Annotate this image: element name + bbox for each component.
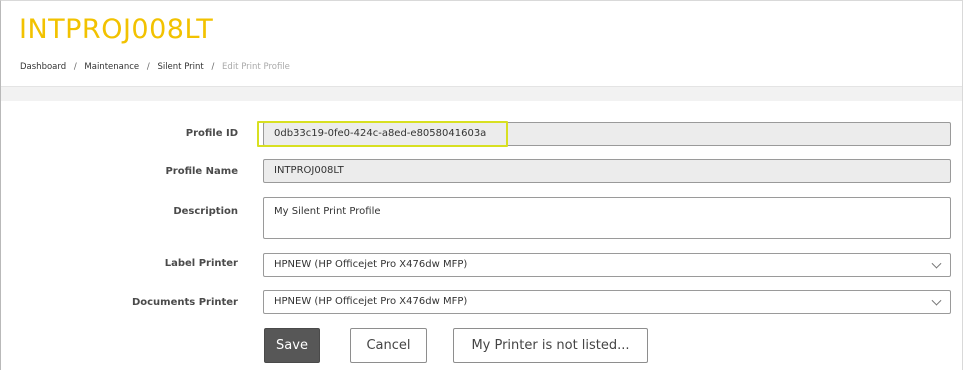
breadcrumb: Dashboard / Maintenance / Silent Print /…: [20, 62, 290, 72]
cancel-button[interactable]: Cancel: [350, 328, 427, 363]
documents-printer-select[interactable]: HPNEW (HP Officejet Pro X476dw MFP): [263, 290, 951, 314]
breadcrumb-separator: /: [146, 62, 150, 72]
description-textarea[interactable]: My Silent Print Profile: [263, 197, 951, 239]
breadcrumb-dashboard[interactable]: Dashboard: [20, 62, 66, 72]
label-printer-label: Label Printer: [164, 258, 238, 269]
breadcrumb-maintenance[interactable]: Maintenance: [84, 62, 139, 72]
save-button[interactable]: Save: [264, 328, 320, 363]
profile-name-label: Profile Name: [165, 166, 238, 177]
documents-printer-selected: HPNEW (HP Officejet Pro X476dw MFP): [274, 296, 468, 307]
description-label: Description: [173, 206, 238, 217]
printer-not-listed-button[interactable]: My Printer is not listed...: [453, 328, 648, 363]
breadcrumb-edit-print-profile: Edit Print Profile: [222, 62, 290, 72]
chevron-down-icon: [931, 258, 942, 269]
label-printer-selected: HPNEW (HP Officejet Pro X476dw MFP): [274, 259, 468, 270]
profile-id-highlight: [257, 121, 508, 147]
documents-printer-label: Documents Printer: [131, 297, 238, 308]
chevron-down-icon: [931, 295, 942, 306]
profile-id-label: Profile ID: [185, 128, 238, 139]
page-title: INTPROJ008LT: [19, 14, 214, 45]
breadcrumb-separator: /: [211, 62, 215, 72]
breadcrumb-separator: /: [73, 62, 77, 72]
label-printer-select[interactable]: HPNEW (HP Officejet Pro X476dw MFP): [263, 253, 951, 277]
profile-name-field[interactable]: INTPROJ008LT: [263, 159, 951, 183]
breadcrumb-silent-print[interactable]: Silent Print: [157, 62, 203, 72]
toolbar-band: [1, 86, 962, 102]
